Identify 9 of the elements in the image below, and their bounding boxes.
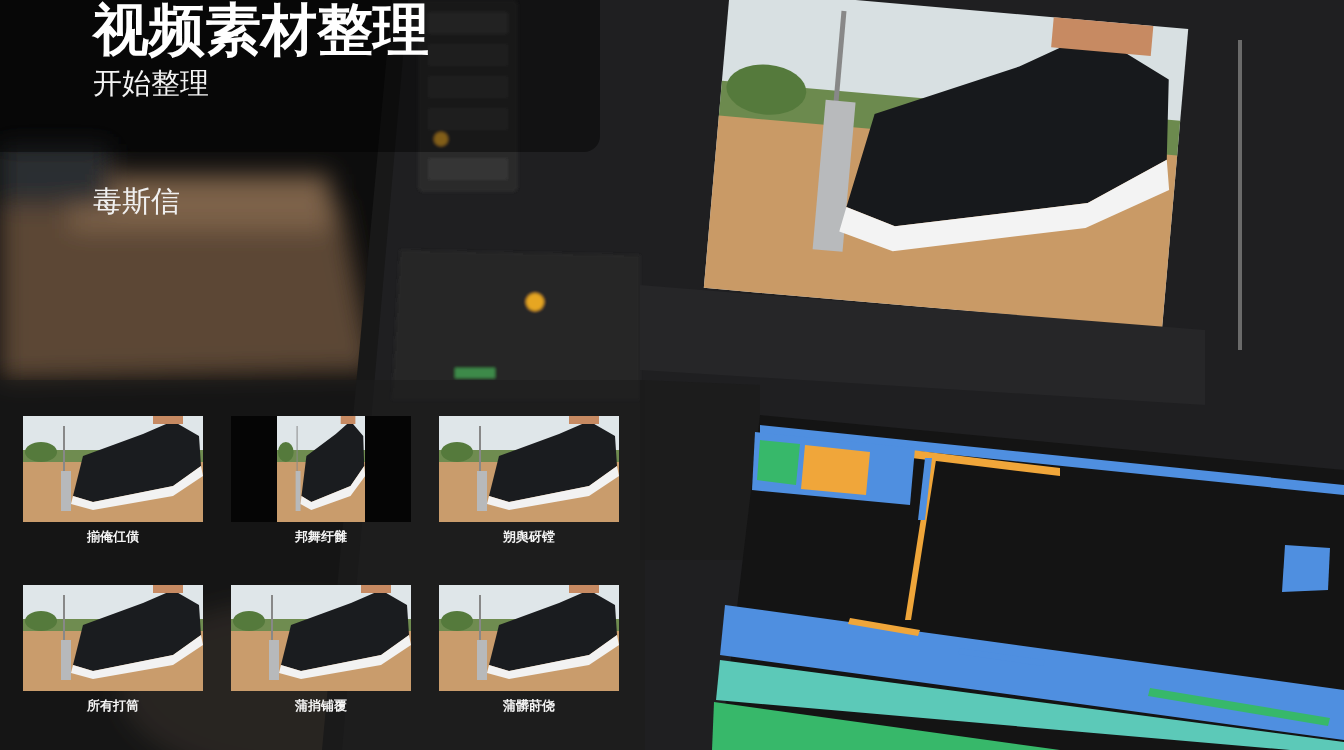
thumbnail-caption: 蒲捎铺覆 [295, 698, 347, 714]
thumbnail-caption: 邦舞纡雠 [295, 529, 347, 545]
page-title: 视频素材整理 [93, 0, 429, 60]
page-subtitle: 开始整理 [93, 66, 209, 100]
thumbnail-caption: 蒲髒莳侥 [503, 698, 555, 714]
thumbnail-caption: 朔舆砑镗 [503, 529, 555, 545]
tagline-text: 毒斯信 [93, 184, 180, 218]
thumbnail-caption: 所有打筒 [87, 698, 139, 714]
thumbnail-caption: 揃俺仜僙 [87, 529, 139, 545]
